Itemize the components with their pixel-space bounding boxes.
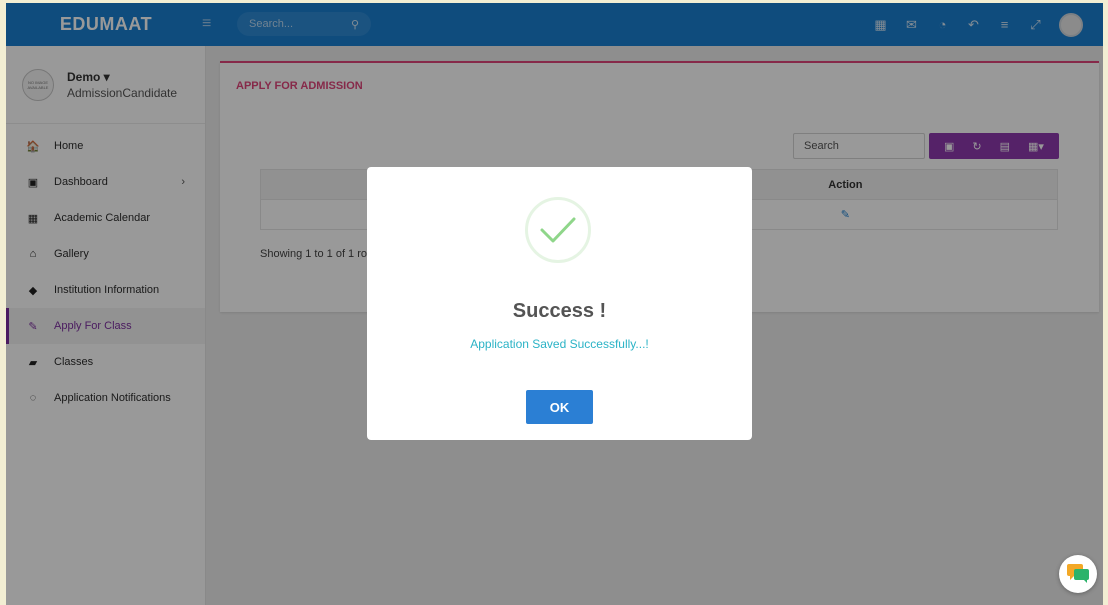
modal-backdrop[interactable]: Success ! Application Saved Successfully… bbox=[6, 3, 1103, 605]
success-check-icon bbox=[525, 197, 591, 263]
chat-support-icon[interactable] bbox=[1059, 555, 1097, 593]
success-dialog: Success ! Application Saved Successfully… bbox=[367, 167, 752, 440]
app-window: EDUMAAT ≡ ⚲ ▦ ✉ ◔ ↶ ≡ ⤢ NO IMAGE AVAILAB… bbox=[6, 3, 1103, 605]
dialog-title: Success ! bbox=[512, 300, 607, 322]
dialog-message: Application Saved Successfully...! bbox=[470, 337, 649, 351]
ok-button[interactable]: OK bbox=[526, 390, 593, 424]
